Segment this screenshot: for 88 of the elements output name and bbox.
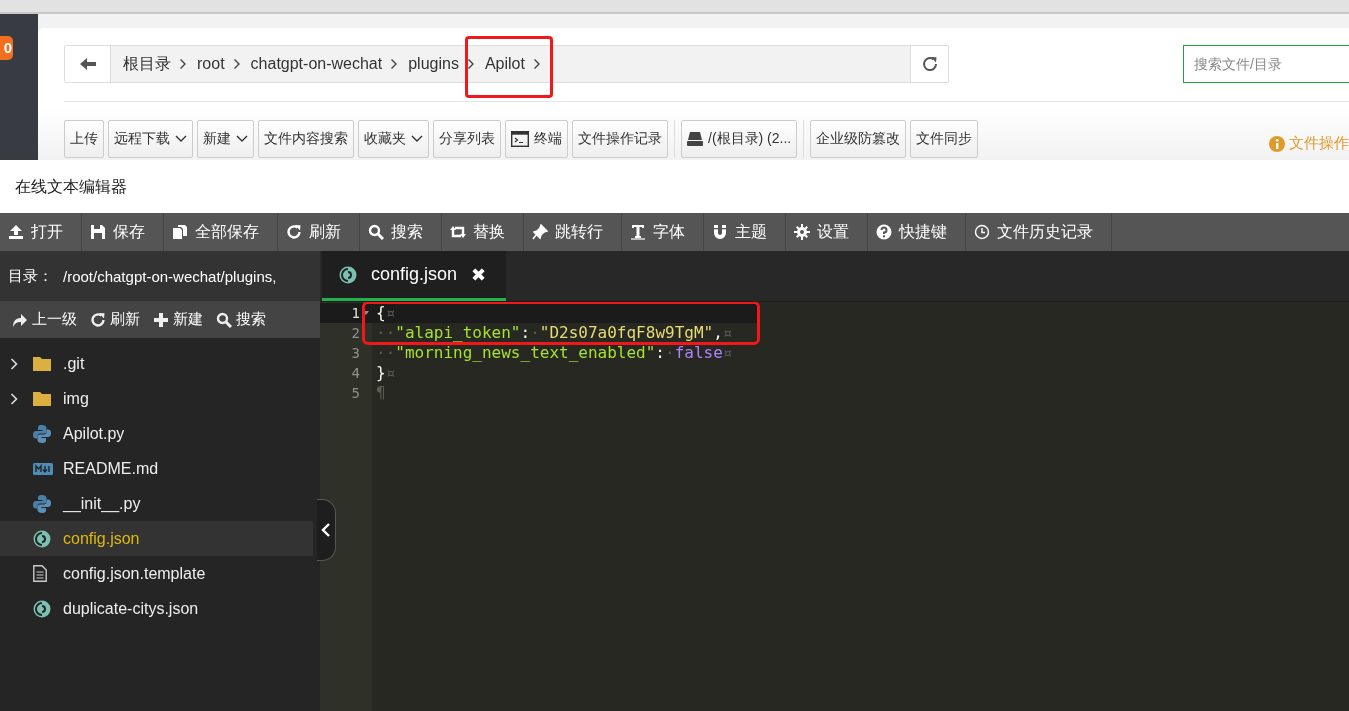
- chevron-right-icon: [10, 357, 18, 370]
- refresh-icon: [90, 311, 106, 328]
- settings-icon: [794, 224, 810, 240]
- magnet-icon: [712, 224, 728, 240]
- sidebar-button[interactable]: 刷新: [88, 310, 151, 329]
- breadcrumb-link[interactable]: 根目录: [119, 53, 179, 75]
- help-icon: [876, 224, 892, 240]
- python-file-icon: [33, 424, 51, 443]
- search-icon: [368, 224, 384, 240]
- file-item[interactable]: config.json.template: [0, 556, 313, 591]
- code-line: ··"morning_news_text_enabled":·false¤: [376, 343, 733, 362]
- breadcrumb-link[interactable]: chatgpt-on-wechat: [246, 55, 391, 73]
- collapse-handle[interactable]: [317, 499, 336, 561]
- search-field[interactable]: 搜索文件/目录: [1183, 45, 1349, 83]
- toolbar-button[interactable]: 文件内容搜索: [258, 120, 354, 158]
- caret-icon: [175, 135, 187, 143]
- file-item[interactable]: duplicate-citys.json: [0, 591, 313, 626]
- file-item[interactable]: config.json: [0, 521, 313, 556]
- toolbar-button[interactable]: 收藏夹: [358, 120, 429, 158]
- directory-path: /root/chatgpt-on-wechat/plugins,: [63, 267, 277, 285]
- chevron-right-icon: [390, 58, 399, 70]
- refresh-icon: [286, 224, 302, 240]
- directory-label: 目录：: [8, 266, 53, 286]
- json-file-icon: [33, 599, 51, 618]
- breadcrumb-link[interactable]: root: [193, 55, 233, 73]
- line-number: 1: [351, 305, 360, 321]
- line-number: 4: [351, 365, 360, 381]
- toolbar-button[interactable]: 文件操作记录: [572, 120, 668, 158]
- sidebar-button[interactable]: 搜索: [214, 310, 277, 329]
- chevron-right-icon: [466, 58, 475, 70]
- caret-icon: [411, 135, 423, 143]
- toolbar-button[interactable]: 上传: [64, 120, 104, 158]
- info-icon: [1269, 135, 1285, 152]
- swap-arrows-icon: [450, 224, 466, 240]
- clock-icon: [974, 224, 990, 240]
- code-line: ¶: [376, 383, 386, 402]
- file-tab[interactable]: config.json ✖: [322, 251, 507, 301]
- python-file-icon: [33, 494, 51, 513]
- search-icon: [216, 311, 232, 328]
- toolbar-button[interactable]: 文件同步: [910, 120, 979, 158]
- file-item[interactable]: __init__.py: [0, 486, 313, 521]
- close-icon[interactable]: ✖: [471, 263, 487, 286]
- chevron-right-icon: [10, 392, 18, 405]
- back-arrow-icon: [79, 58, 96, 70]
- upload-icon: [8, 224, 24, 240]
- toolbar-button[interactable]: 企业级防篡改: [810, 120, 907, 158]
- pushpin-icon: [532, 224, 548, 240]
- file-item[interactable]: Apilot.py: [0, 416, 313, 451]
- sidebar-button[interactable]: 新建: [151, 310, 214, 329]
- code-line: {¤: [376, 303, 396, 322]
- text-cursor-icon: [630, 224, 646, 240]
- plus-icon: [153, 311, 169, 328]
- line-number: 5: [351, 385, 360, 401]
- json-file-icon: [33, 529, 51, 548]
- drive-icon: [687, 132, 703, 146]
- toolbar-button[interactable]: /(根目录) (2...: [681, 120, 798, 158]
- caret-icon: [236, 135, 248, 143]
- sidebar-button[interactable]: 上一级: [10, 310, 88, 329]
- toolbar-button[interactable]: 远程下载: [108, 120, 193, 158]
- terminal-icon: [511, 131, 529, 147]
- toolbar-button[interactable]: 新建: [197, 120, 254, 158]
- chevron-left-icon: [321, 523, 331, 537]
- file-item[interactable]: img: [0, 381, 313, 416]
- back-button[interactable]: [65, 46, 111, 82]
- line-number: 2: [351, 325, 360, 341]
- toolbar-button[interactable]: 分享列表: [433, 120, 501, 158]
- code-line: }¤: [376, 363, 396, 382]
- code-line: ··"alapi_token":·"D2s07a0fqF8w9TgM",¤: [376, 323, 733, 342]
- editor-title: 在线文本编辑器: [0, 160, 1349, 213]
- folder-icon: [33, 356, 51, 371]
- breadcrumb-link[interactable]: Apilot: [480, 55, 533, 73]
- breadcrumb-link[interactable]: plugins: [404, 55, 467, 73]
- count-badge: 0: [0, 36, 13, 60]
- share-arrow-icon: [12, 311, 28, 328]
- chevron-right-icon: [179, 58, 187, 70]
- copy-icon: [172, 224, 188, 240]
- json-file-icon: [339, 265, 357, 284]
- line-number: 3: [351, 345, 360, 361]
- file-item[interactable]: README.md: [0, 451, 313, 486]
- document-icon: [33, 565, 47, 582]
- folder-icon: [33, 391, 51, 406]
- chevron-right-icon: [232, 58, 241, 70]
- toolbar-button[interactable]: 终端: [505, 120, 568, 158]
- refresh-button[interactable]: [910, 46, 948, 82]
- chevron-right-icon: [532, 58, 541, 70]
- markdown-file-icon: [33, 462, 53, 475]
- file-item[interactable]: .git: [0, 346, 313, 381]
- refresh-icon: [920, 55, 939, 73]
